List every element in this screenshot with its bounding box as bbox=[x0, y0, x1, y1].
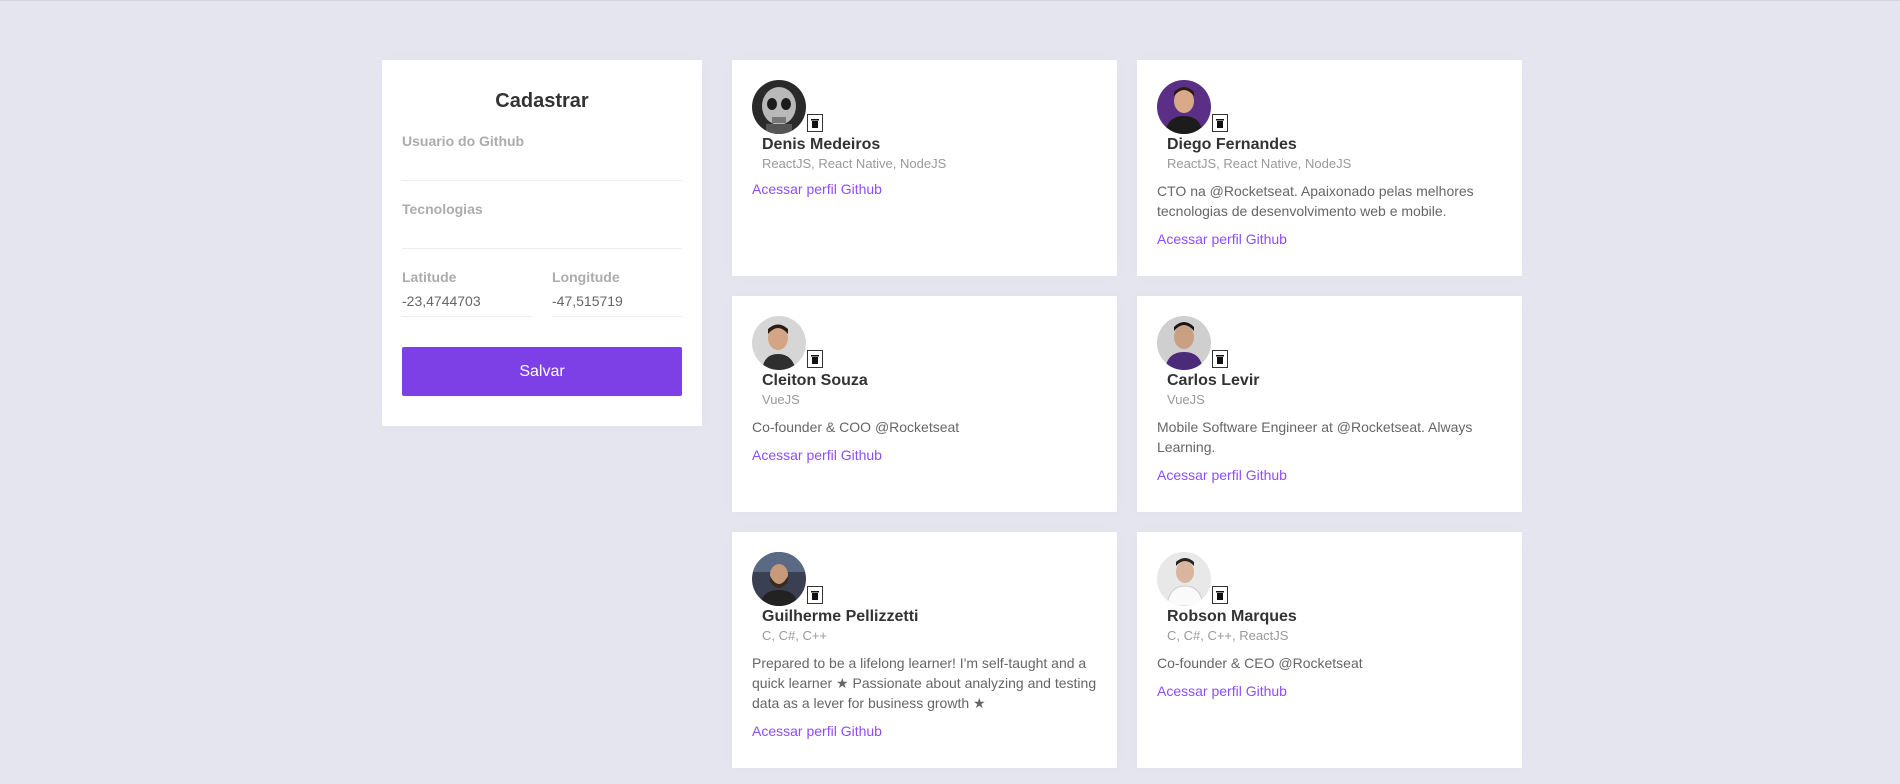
avatar-row bbox=[752, 316, 1097, 370]
latitude-input[interactable]: -23,4744703 bbox=[402, 285, 532, 317]
github-profile-link[interactable]: Acessar perfil Github bbox=[752, 447, 1097, 463]
avatar-row bbox=[1157, 552, 1502, 606]
dev-bio: Co-founder & COO @Rocketseat bbox=[752, 419, 960, 435]
techs-label: Tecnologias bbox=[402, 201, 483, 217]
person-avatar bbox=[752, 316, 806, 370]
avatar-row bbox=[1157, 316, 1502, 370]
dev-list: Denis Medeiros ReactJS, React Native, No… bbox=[732, 60, 1522, 768]
dev-card: Carlos Levir VueJS Mobile Software Engin… bbox=[1137, 296, 1522, 512]
github-profile-link[interactable]: Acessar perfil Github bbox=[1157, 683, 1502, 699]
longitude-input[interactable]: -47,515719 bbox=[552, 285, 682, 317]
github-user-input[interactable] bbox=[402, 149, 682, 181]
dev-card: Guilherme Pellizzetti C, C#, C++ Prepare… bbox=[732, 532, 1117, 768]
trash-icon[interactable] bbox=[807, 114, 823, 132]
github-profile-link[interactable]: Acessar perfil Github bbox=[1157, 231, 1502, 247]
dev-techs: C, C#, C++, ReactJS bbox=[1167, 628, 1289, 643]
dev-card-header: Cleiton Souza VueJS bbox=[752, 316, 1097, 407]
github-profile-link[interactable]: Acessar perfil Github bbox=[1157, 467, 1502, 483]
techs-block: Tecnologias bbox=[402, 201, 682, 249]
github-profile-link[interactable]: Acessar perfil Github bbox=[752, 181, 1097, 197]
dev-card-header: Denis Medeiros ReactJS, React Native, No… bbox=[752, 80, 1097, 171]
dev-card-header: Guilherme Pellizzetti C, C#, C++ bbox=[752, 552, 1097, 643]
techs-input[interactable] bbox=[402, 217, 682, 249]
coordinates-group: Latitude -23,4744703 Longitude -47,51571… bbox=[402, 269, 682, 317]
app-container: Cadastrar Usuario do Github Tecnologias … bbox=[382, 60, 1522, 768]
person-avatar bbox=[1157, 316, 1211, 370]
trash-icon[interactable] bbox=[807, 586, 823, 604]
dev-card-header: Diego Fernandes ReactJS, React Native, N… bbox=[1157, 80, 1502, 171]
dev-techs: VueJS bbox=[1167, 392, 1205, 407]
dev-name: Cleiton Souza bbox=[762, 372, 868, 389]
user-info: Robson Marques C, C#, C++, ReactJS bbox=[1167, 608, 1502, 643]
dev-name: Diego Fernandes bbox=[1167, 136, 1297, 153]
user-info: Cleiton Souza VueJS bbox=[762, 372, 1097, 407]
trash-icon[interactable] bbox=[1212, 586, 1228, 604]
dev-card: Diego Fernandes ReactJS, React Native, N… bbox=[1137, 60, 1522, 276]
user-info: Carlos Levir VueJS bbox=[1167, 372, 1502, 407]
trash-icon[interactable] bbox=[807, 350, 823, 368]
dev-card-header: Carlos Levir VueJS bbox=[1157, 316, 1502, 407]
dev-bio: CTO na @Rocketseat. Apaixonado pelas mel… bbox=[1157, 183, 1474, 219]
trash-icon[interactable] bbox=[1212, 114, 1228, 132]
dev-bio: Mobile Software Engineer at @Rocketseat.… bbox=[1157, 419, 1473, 455]
dev-name: Carlos Levir bbox=[1167, 372, 1260, 389]
github-user-block: Usuario do Github bbox=[402, 133, 682, 181]
register-form: Cadastrar Usuario do Github Tecnologias … bbox=[382, 60, 702, 426]
dev-card-header: Robson Marques C, C#, C++, ReactJS bbox=[1157, 552, 1502, 643]
form-title: Cadastrar bbox=[495, 90, 589, 112]
dev-name: Guilherme Pellizzetti bbox=[762, 608, 919, 625]
dev-techs: VueJS bbox=[762, 392, 800, 407]
dev-techs: ReactJS, React Native, NodeJS bbox=[762, 156, 947, 171]
avatar-row bbox=[1157, 80, 1502, 134]
dev-techs: C, C#, C++ bbox=[762, 628, 828, 643]
robot-avatar bbox=[752, 80, 806, 134]
dev-bio: Prepared to be a lifelong learner! I'm s… bbox=[752, 655, 1097, 711]
longitude-block: Longitude -47,515719 bbox=[552, 269, 682, 317]
dev-card: Cleiton Souza VueJS Co-founder & COO @Ro… bbox=[732, 296, 1117, 512]
save-button[interactable]: Salvar bbox=[402, 347, 682, 396]
dev-name: Robson Marques bbox=[1167, 608, 1297, 625]
dev-card: Denis Medeiros ReactJS, React Native, No… bbox=[732, 60, 1117, 276]
dev-name: Denis Medeiros bbox=[762, 136, 881, 153]
github-profile-link[interactable]: Acessar perfil Github bbox=[752, 723, 1097, 739]
latitude-label: Latitude bbox=[402, 269, 457, 285]
user-info: Guilherme Pellizzetti C, C#, C++ bbox=[762, 608, 1097, 643]
dev-bio: Co-founder & CEO @Rocketseat bbox=[1157, 655, 1363, 671]
github-user-label: Usuario do Github bbox=[402, 133, 525, 149]
user-info: Diego Fernandes ReactJS, React Native, N… bbox=[1167, 136, 1502, 171]
person-avatar bbox=[1157, 552, 1211, 606]
trash-icon[interactable] bbox=[1212, 350, 1228, 368]
avatar-row bbox=[752, 80, 1097, 134]
avatar-row bbox=[752, 552, 1097, 606]
longitude-label: Longitude bbox=[552, 269, 620, 285]
user-info: Denis Medeiros ReactJS, React Native, No… bbox=[762, 136, 1097, 171]
latitude-block: Latitude -23,4744703 bbox=[402, 269, 532, 317]
person-avatar bbox=[1157, 80, 1211, 134]
dev-techs: ReactJS, React Native, NodeJS bbox=[1167, 156, 1352, 171]
dev-card: Robson Marques C, C#, C++, ReactJS Co-fo… bbox=[1137, 532, 1522, 768]
person-avatar bbox=[752, 552, 806, 606]
